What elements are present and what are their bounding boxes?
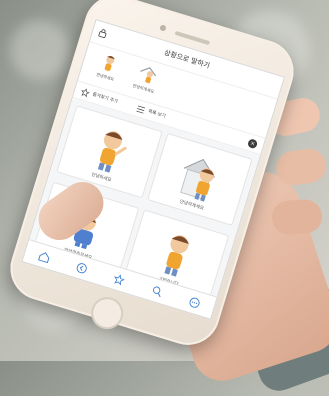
finger <box>273 146 329 188</box>
more-icon[interactable] <box>188 295 202 309</box>
home-button[interactable] <box>87 293 128 334</box>
star-plus-icon <box>81 87 90 97</box>
front-camera <box>159 24 167 32</box>
star-icon[interactable] <box>113 272 127 286</box>
lock-icon[interactable] <box>98 28 108 39</box>
boy-house-icon <box>180 158 216 202</box>
close-icon[interactable]: × <box>247 137 259 149</box>
boy-bowing-icon <box>164 234 190 277</box>
earpiece <box>174 30 211 46</box>
add-favorite-label: 즐겨찾기 추가 <box>91 92 119 105</box>
boy-house-icon <box>140 67 157 84</box>
background-bokeh <box>10 20 70 80</box>
home-icon[interactable] <box>38 250 52 264</box>
list-icon <box>136 105 146 114</box>
boy-greeting-icon <box>104 56 115 71</box>
boy-greeting-icon <box>97 131 127 173</box>
favorite-item-goodbye[interactable]: 안녕히계세요 <box>125 60 167 101</box>
finger <box>270 198 324 236</box>
favorite-item-hello[interactable]: 안녕하세요 <box>87 48 129 89</box>
view-list-label: 목록 보기 <box>147 109 167 120</box>
search-icon[interactable] <box>150 284 164 298</box>
back-icon[interactable] <box>75 261 89 275</box>
